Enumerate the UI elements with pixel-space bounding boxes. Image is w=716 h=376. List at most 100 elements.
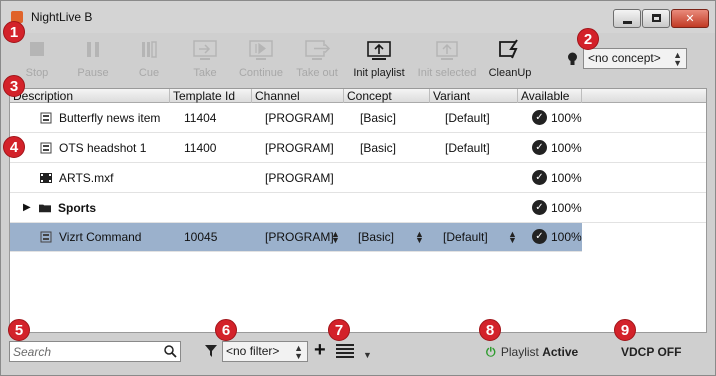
concept-select[interactable]: <no concept> ▲ ▼ [583,48,687,69]
table-row-group[interactable]: ▶ Sports ✓ 100% [10,194,706,223]
grid-header: Description Template Id Channel Concept … [10,89,706,103]
row-channel: [PROGRAM] [265,171,334,185]
row-variant[interactable]: [Default] [443,230,488,244]
playlist-grid: Description Template Id Channel Concept … [9,88,707,333]
select-arrows-icon: ▲ ▼ [294,343,303,361]
template-icon [40,112,52,124]
search-input[interactable] [13,344,153,359]
minimize-icon [623,21,632,24]
row-template-id: 11400 [184,141,217,155]
row-variant: [Default] [445,111,490,125]
row-template-id: 10045 [184,230,218,244]
table-row-selected[interactable]: Vizrt Command 10045 [PROGRAM] ▲ ▼ [Basic]… [10,223,582,252]
variant-spinner-icon[interactable]: ▲ ▼ [508,230,517,245]
callout-7: 7 [328,319,350,341]
concept-spinner-icon[interactable]: ▲ ▼ [415,230,424,245]
row-description: ARTS.mxf [59,171,114,185]
column-header-channel[interactable]: Channel [252,89,344,103]
title-bar[interactable]: NightLive B ✕ [1,1,715,33]
channel-spinner-icon[interactable]: ▲ ▼ [331,230,340,245]
maximize-button[interactable] [642,9,670,28]
window-title: NightLive B [31,10,93,24]
callout-4: 4 [3,136,25,158]
search-box[interactable] [9,341,181,362]
column-header-description[interactable]: Description [10,89,170,103]
take-out-button[interactable]: Take out [289,33,345,85]
take-label: Take [193,67,217,79]
filter-select[interactable]: <no filter> ▲ ▼ [222,341,308,362]
callout-3: 3 [3,75,25,97]
maximize-icon [652,14,661,22]
init-playlist-icon [367,41,391,60]
video-file-icon [40,173,52,183]
row-available: 100% [551,201,582,215]
pause-label: Pause [77,67,109,79]
app-window: NightLive B ✕ Stop Pause Cue Take Contin… [0,0,716,376]
init-selected-label: Init selected [417,67,477,79]
select-arrows-icon: ▲ ▼ [673,50,682,68]
available-check-icon: ✓ [532,170,547,185]
template-icon [40,142,52,154]
row-description: Vizrt Command [59,230,142,244]
expand-arrow-icon[interactable]: ▶ [23,202,31,213]
cue-button[interactable]: Cue [121,33,177,85]
take-out-label: Take out [296,67,338,79]
row-channel: [PROGRAM] [265,141,334,155]
cleanup-label: CleanUp [488,67,532,79]
column-header-available[interactable]: Available [518,89,582,103]
cue-icon [142,41,157,58]
row-concept[interactable]: [Basic] [358,230,394,244]
available-check-icon: ✓ [532,140,547,155]
column-header-concept[interactable]: Concept [344,89,430,103]
table-row[interactable]: Butterfly news item 11404 [PROGRAM] [Bas… [10,104,706,133]
init-playlist-label: Init playlist [353,67,405,79]
init-selected-button[interactable]: Init selected [414,33,480,85]
row-variant: [Default] [445,141,490,155]
close-button[interactable]: ✕ [671,9,709,28]
row-template-id: 11404 [184,111,217,125]
power-icon: ⏻ [486,345,496,359]
add-icon[interactable]: + [314,340,326,360]
playlist-status-state: Active [542,345,579,359]
filter-icon[interactable] [205,345,217,357]
cleanup-button[interactable]: CleanUp [481,33,539,85]
pause-icon [87,42,99,57]
row-description: Sports [58,201,97,215]
chevron-down-icon[interactable]: ▼ [363,350,372,360]
stop-icon [30,42,44,56]
template-icon [40,231,52,243]
available-check-icon: ✓ [532,110,547,125]
callout-8: 8 [479,319,501,341]
column-header-template-id[interactable]: Template Id [170,89,252,103]
playlist-status-prefix: Playlist [500,345,539,359]
search-icon[interactable] [164,345,177,358]
callout-5: 5 [8,319,30,341]
callout-2: 2 [577,28,599,50]
list-view-icon[interactable] [336,344,354,358]
table-row[interactable]: OTS headshot 1 11400 [PROGRAM] [Basic] [… [10,134,706,163]
table-row[interactable]: ARTS.mxf [PROGRAM] ✓ 100% [10,164,706,193]
continue-label: Continue [238,67,284,79]
row-description: Butterfly news item [59,111,161,125]
continue-icon [249,40,273,60]
concept-select-value: <no concept> [588,51,661,65]
playlist-status[interactable]: ⏻ Playlist Active [486,345,578,360]
row-concept: [Basic] [360,141,397,155]
row-channel: [PROGRAM] [265,111,334,125]
column-header-variant[interactable]: Variant [430,89,518,103]
vdcp-status[interactable]: VDCP OFF [621,345,681,359]
close-icon: ✕ [685,13,695,25]
minimize-button[interactable] [613,9,641,28]
callout-1: 1 [3,21,25,43]
row-available: 100% [551,230,582,244]
init-playlist-button[interactable]: Init playlist [348,33,410,85]
take-icon [193,40,217,60]
cue-label: Cue [138,67,160,79]
take-button[interactable]: Take [177,33,233,85]
row-available: 100% [551,111,582,125]
row-available: 100% [551,171,582,185]
pause-button[interactable]: Pause [65,33,121,85]
row-channel[interactable]: [PROGRAM] [265,230,334,244]
row-available: 100% [551,141,582,155]
continue-button[interactable]: Continue [233,33,289,85]
